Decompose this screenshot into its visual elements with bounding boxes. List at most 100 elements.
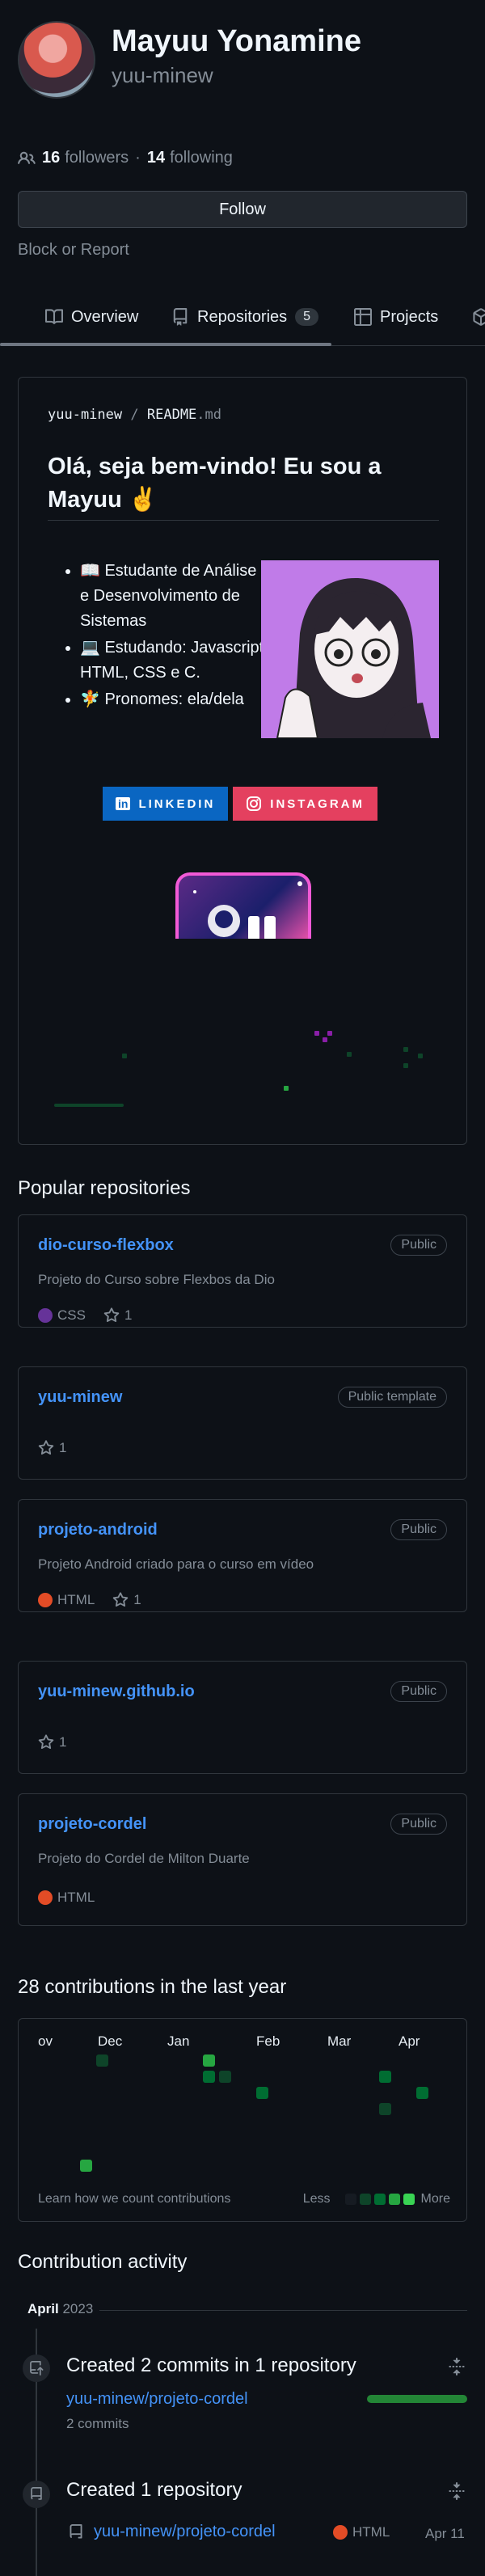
stats-separator: · <box>135 149 141 167</box>
repo-description: Projeto do Cordel de Milton Duarte <box>38 1851 250 1866</box>
activity-date: Apr 11 <box>425 2526 465 2541</box>
repo-star-count: 1 <box>59 1734 67 1750</box>
calendar-legend: Less More <box>303 2192 450 2206</box>
profile-login: yuu-minew <box>112 63 213 87</box>
linkedin-icon: in <box>116 797 131 810</box>
contribution-day[interactable] <box>379 2103 391 2115</box>
repo-language: CSS <box>38 1307 86 1324</box>
activity-item-title: Created 1 repository <box>66 2479 242 2501</box>
repo-meta: HTML 1 <box>38 1592 141 1608</box>
language-color-dot <box>38 1890 53 1905</box>
followers-count: 16 <box>42 149 61 167</box>
list-item: 🧚 Pronomes: ela/dela <box>80 687 269 712</box>
following-link[interactable]: 14 following <box>147 149 233 167</box>
repo-visibility-badge: Public <box>390 1814 447 1835</box>
table-icon <box>354 308 372 326</box>
readme-path: yuu-minew / README.md <box>48 407 221 423</box>
fold-icon[interactable] <box>448 2482 466 2500</box>
contribution-day[interactable] <box>203 2054 215 2067</box>
commit-progress-bar <box>367 2395 467 2403</box>
tab-projects[interactable]: Projects <box>354 288 438 346</box>
repo-visibility-badge: Public template <box>337 1387 447 1408</box>
tab-repositories[interactable]: Repositories 5 <box>171 288 319 346</box>
contribution-day[interactable] <box>256 2087 268 2099</box>
repo-card: yuu-minew.github.io Public 1 <box>18 1661 467 1774</box>
contribution-day[interactable] <box>203 2071 215 2083</box>
followers-link[interactable]: 16 followers <box>42 149 129 167</box>
repo-name-link[interactable]: dio-curso-flexbox <box>38 1236 174 1255</box>
repo-meta: 1 <box>38 1440 66 1456</box>
repo-stars-link[interactable]: 1 <box>38 1440 66 1456</box>
following-count: 14 <box>146 149 166 167</box>
tab-overview[interactable]: Overview <box>45 288 138 346</box>
readme-owner-link[interactable]: yuu-minew <box>48 407 122 423</box>
repo-stars-link[interactable]: 1 <box>112 1592 141 1608</box>
people-icon <box>18 151 36 164</box>
repo-star-count: 1 <box>59 1440 67 1455</box>
instagram-icon <box>247 796 262 811</box>
repo-description: Projeto Android criado para o curso em v… <box>38 1556 314 1572</box>
linkedin-badge[interactable]: in LINKEDIN <box>103 787 229 821</box>
readme-bullet-list: 📖 Estudante de Análise e Desenvolvimento… <box>59 559 269 714</box>
instagram-badge-label: INSTAGRAM <box>270 796 365 811</box>
legend-level-0 <box>344 2194 356 2205</box>
list-item: 📖 Estudante de Análise e Desenvolvimento… <box>80 559 269 634</box>
readme-ext: .md <box>196 407 222 423</box>
star-icon <box>113 1592 129 1607</box>
repo-visibility-badge: Public <box>390 1681 447 1702</box>
repo-visibility-badge: Public <box>390 1235 447 1256</box>
month-label: Mar <box>327 2033 352 2049</box>
repo-icon <box>23 2481 50 2508</box>
repo-name-link[interactable]: projeto-cordel <box>38 1815 146 1834</box>
repo-card: yuu-minew Public template 1 <box>18 1366 467 1480</box>
star-icon <box>38 1440 54 1455</box>
book-icon <box>45 309 63 324</box>
repo-language: HTML <box>38 1890 95 1906</box>
month-label: Dec <box>98 2033 123 2049</box>
month-label: Apr <box>399 2033 420 2049</box>
fold-icon[interactable] <box>448 2358 466 2375</box>
readme-filename: README <box>146 407 197 423</box>
tab-overview-label: Overview <box>71 307 139 326</box>
activity-month: April <box>27 2301 59 2316</box>
package-icon[interactable] <box>472 308 485 326</box>
contribution-day[interactable] <box>379 2071 391 2083</box>
readme-heading: Olá, seja bem-vindo! Eu sou a Mayuu ✌️ <box>48 454 382 513</box>
astronaut-card-image <box>175 872 311 939</box>
legend-level-1 <box>359 2194 371 2205</box>
activity-title: Contribution activity <box>18 2251 188 2273</box>
contribution-day[interactable] <box>80 2160 92 2172</box>
popular-repos-title: Popular repositories <box>18 1177 191 1199</box>
repo-push-icon <box>23 2354 50 2382</box>
repo-visibility-badge: Public <box>390 1519 447 1540</box>
repo-description: Projeto do Curso sobre Flexbos da Dio <box>38 1272 275 1287</box>
repo-name-link[interactable]: yuu-minew.github.io <box>38 1683 195 1701</box>
contribution-day[interactable] <box>416 2087 428 2099</box>
block-or-report-link[interactable]: Block or Report <box>18 241 129 260</box>
repo-icon <box>173 308 188 326</box>
repo-name-link[interactable]: projeto-android <box>38 1521 158 1539</box>
repo-stars-link[interactable]: 1 <box>103 1307 132 1324</box>
repo-stars-link[interactable]: 1 <box>38 1734 66 1750</box>
language-color-dot <box>38 1593 53 1607</box>
avatar[interactable] <box>18 21 95 99</box>
month-label: ov <box>38 2033 53 2049</box>
repo-meta: 1 <box>38 1734 66 1750</box>
contributions-title: 28 contributions in the last year <box>18 1976 287 1998</box>
activity-repo-link[interactable]: yuu-minew/projeto-cordel <box>94 2523 276 2541</box>
repo-name-link[interactable]: yuu-minew <box>38 1388 122 1407</box>
repo-card: dio-curso-flexbox Public Projeto do Curs… <box>18 1214 467 1328</box>
repo-small-icon <box>70 2524 82 2539</box>
learn-contributions-link[interactable]: Learn how we count contributions <box>38 2192 230 2206</box>
instagram-badge[interactable]: INSTAGRAM <box>233 787 378 821</box>
activity-repo-link[interactable]: yuu-minew/projeto-cordel <box>66 2390 248 2409</box>
contribution-day[interactable] <box>96 2054 108 2067</box>
contribution-day[interactable] <box>219 2071 231 2083</box>
profile-header: Mayuu Yonamine yuu-minew <box>0 0 485 137</box>
profile-readme: yuu-minew / README.md Olá, seja bem-vind… <box>18 377 467 1145</box>
follow-button[interactable]: Follow <box>18 191 467 228</box>
readme-divider <box>48 520 439 521</box>
star-icon <box>38 1734 54 1750</box>
repo-star-count: 1 <box>124 1307 133 1323</box>
calendar-footer: Learn how we count contributions Less Mo… <box>38 2192 450 2206</box>
